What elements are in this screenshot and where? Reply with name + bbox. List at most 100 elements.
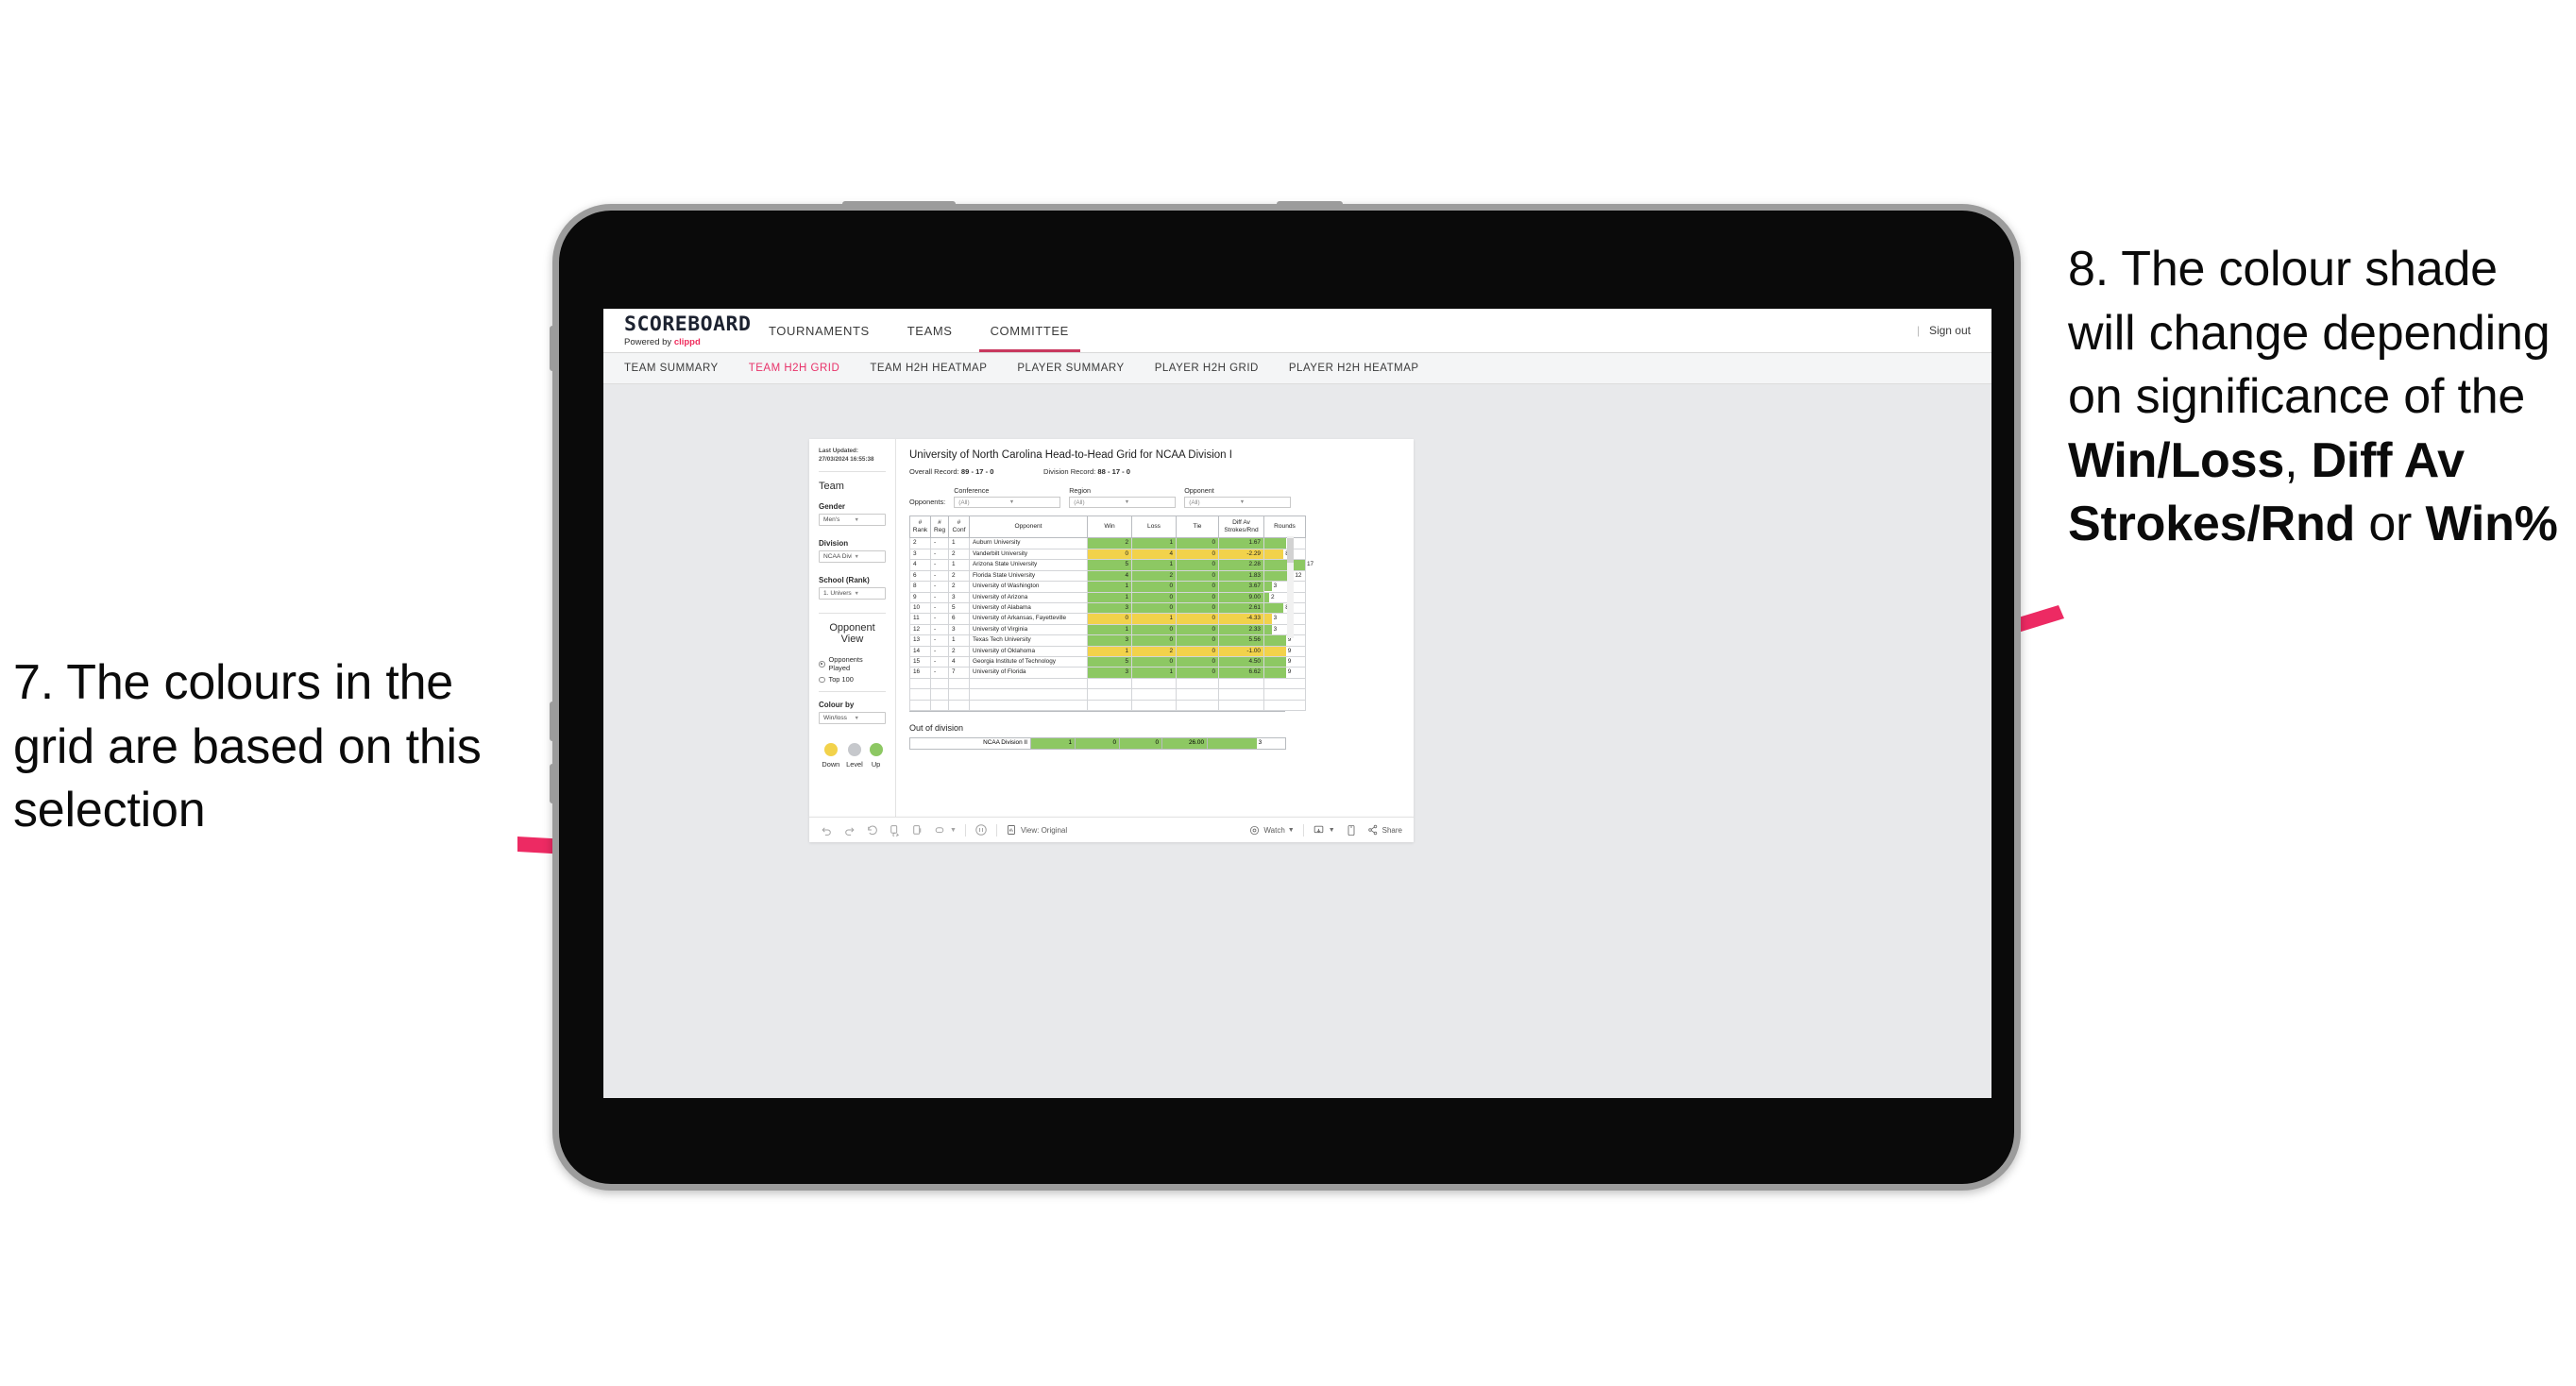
download-button[interactable]: ▼ (1313, 824, 1335, 837)
pause-auto-update-icon[interactable] (974, 823, 988, 837)
share-button[interactable]: Share (1367, 824, 1402, 836)
cell-rank-cell: 15 (909, 655, 931, 668)
nav-tab-tournaments[interactable]: TOURNAMENTS (750, 309, 889, 352)
col-win[interactable]: Win (1087, 515, 1132, 539)
brand-subtitle: Powered by clippd (624, 337, 750, 347)
table-scrollbar-thumb[interactable] (1287, 538, 1294, 563)
cell-opponent: University of Alabama (973, 603, 1031, 611)
school-select[interactable]: 1. University of Nort... ▼ (819, 587, 886, 600)
cell-rank-cell: 14 (909, 645, 931, 657)
region-filter-select[interactable]: (All) ▼ (1069, 497, 1177, 508)
empty-cell (1087, 677, 1132, 690)
cell-reg: - (934, 539, 937, 547)
nav-tab-committee[interactable]: COMMITTEE (972, 309, 1088, 352)
table-row[interactable]: 2 - 1 Auburn University 2 1 0 1.679 (909, 537, 1306, 549)
col-diff-av-strokes[interactable]: Diff Av Strokes/Rnd (1218, 515, 1264, 539)
table-row[interactable]: 15 - 4 Georgia Institute of Technology 5 0 0 4.… (909, 655, 1306, 668)
table-row[interactable]: 10 - 5 University of Alabama 3 0 0 2.618 (909, 601, 1306, 615)
cell-reg: - (934, 561, 937, 568)
tablet-device: SCOREBOARD Powered by clippd TOURNAMENTS… (550, 201, 2021, 1191)
table-row[interactable]: 11 - 6 University of Arkansas, Fayetteville… (909, 613, 1306, 625)
col-reg-l1: # (938, 519, 941, 526)
table-row[interactable]: 13 - 1 Texas Tech University 3 0 0 5.56 9 (909, 634, 1306, 647)
cell-loss-cell: 1 (1131, 613, 1177, 625)
cell-tie-cell: 0 (1176, 559, 1219, 571)
cell-loss-cell: 0 (1131, 581, 1177, 593)
watch-caret-icon: ▼ (1287, 826, 1295, 834)
table-row[interactable]: 14 - 2 University of Oklahoma 1 2 0 -1.00 9 (909, 645, 1306, 657)
subtab-player-h2h-heatmap[interactable]: PLAYER H2H HEATMAP (1274, 363, 1434, 374)
refresh-data-icon[interactable] (889, 824, 901, 837)
subtab-player-h2h-grid[interactable]: PLAYER H2H GRID (1140, 363, 1274, 374)
subtab-team-summary[interactable]: TEAM SUMMARY (624, 363, 734, 374)
conference-filter-select[interactable]: (All) ▼ (954, 497, 1061, 508)
cell-rank: 4 (913, 561, 917, 568)
cell-rank: 10 (913, 603, 921, 611)
col-rank-l1: # (918, 519, 923, 526)
table-row[interactable]: 16 - 7 University of Florida 3 1 0 6.62 9 (909, 667, 1306, 679)
rounds-bar: 8 (1264, 549, 1305, 560)
pause-updates-icon[interactable] (911, 824, 924, 837)
col-loss[interactable]: Loss (1131, 515, 1177, 539)
empty-cell (1218, 688, 1264, 701)
nav-tab-teams[interactable]: TEAMS (889, 309, 972, 352)
rounds-bar: 2 (1264, 592, 1305, 602)
col-tie[interactable]: Tie (1176, 515, 1219, 539)
division-select[interactable]: NCAA Division I ▼ (819, 550, 886, 564)
cell-opponent-cell: University of Florida (969, 667, 1088, 679)
table-row[interactable]: 3 - 2 Vanderbilt University 0 4 0 -2.298 (909, 548, 1306, 561)
cell-diff: -1.00 (1246, 647, 1261, 654)
cell-opponent-cell: University of Virginia (969, 623, 1088, 636)
gender-select[interactable]: Men's ▼ (819, 514, 886, 527)
school-field: School (Rank) 1. University of Nort... ▼ (819, 576, 886, 600)
highlight-dropdown-caret[interactable]: ▼ (950, 827, 957, 834)
col-rank[interactable]: # Rank (909, 515, 931, 539)
colour-by-select[interactable]: Win/loss ▼ (819, 712, 886, 725)
watch-button[interactable]: Watch ▼ (1249, 825, 1295, 836)
cell-win-cell: 3 (1087, 667, 1132, 679)
table-row[interactable]: 9 - 3 University of Arizona 1 0 0 9.00 2 (909, 591, 1306, 603)
opponent-filter-select[interactable]: (All) ▼ (1184, 497, 1292, 508)
table-row[interactable]: 6 - 2 Florida State University 4 2 0 1.83 12 (909, 569, 1306, 583)
cell-diff: 5.56 (1248, 636, 1261, 644)
cell-rank-cell: 4 (909, 559, 931, 571)
table-row[interactable]: 4 - 1 Arizona State University 5 1 0 2.28 17 (909, 559, 1313, 571)
cell-loss-cell: 0 (1131, 655, 1177, 668)
undo-icon[interactable] (821, 824, 833, 837)
cell-opponent-cell: Texas Tech University (969, 634, 1088, 647)
cell-tie-cell: 0 (1176, 623, 1219, 636)
subtab-player-summary[interactable]: PLAYER SUMMARY (1002, 363, 1139, 374)
device-preview-button[interactable] (1346, 824, 1357, 837)
cell-conf: 4 (952, 657, 956, 665)
cell-rank: 9 (913, 593, 917, 600)
col-rounds[interactable]: Rounds (1263, 515, 1306, 539)
sidebar-divider-2 (819, 613, 886, 615)
subtab-team-h2h-heatmap[interactable]: TEAM H2H HEATMAP (855, 363, 1002, 374)
overall-record-label: Overall Record: (909, 467, 959, 476)
table-row[interactable]: 8 - 2 University of Washington 1 0 0 3.67 3 (909, 581, 1306, 593)
cell-loss-cell: 1 (1131, 537, 1177, 549)
redo-icon[interactable] (843, 824, 856, 837)
radio-opponents-played[interactable]: Opponents Played (819, 655, 886, 672)
col-opponent[interactable]: Opponent (969, 515, 1088, 539)
out-of-division-row: NCAA Division II 1 0 0 26.00 3 (909, 736, 1286, 751)
ood-tie: 0 (1155, 739, 1159, 747)
revert-icon[interactable] (866, 824, 878, 837)
h2h-header-row: # Rank # Reg # Conf Opponent Win Loss Tie D… (909, 515, 1306, 539)
table-row[interactable]: 12 - 3 University of Virginia 1 0 0 2.33 3 (909, 623, 1306, 636)
sign-out-link[interactable]: Sign out (1929, 324, 1971, 337)
subtab-team-h2h-grid[interactable]: TEAM H2H GRID (734, 363, 856, 374)
radio-top-100[interactable]: Top 100 (819, 675, 886, 684)
ood-win-cell: 1 (1030, 736, 1076, 751)
radio-top-100-label: Top 100 (828, 675, 854, 685)
col-conf[interactable]: # Conf (948, 515, 970, 539)
cell-diff: 9.00 (1248, 593, 1261, 600)
highlight-icon[interactable] (934, 824, 946, 837)
col-reg[interactable]: # Reg (930, 515, 949, 539)
cell-rounds-cell: 3 (1263, 581, 1306, 593)
ood-opponent-cell: NCAA Division II (909, 736, 1031, 751)
empty-cell (930, 699, 949, 711)
view-original-button[interactable]: View: Original (1006, 824, 1067, 836)
cell-reg-cell: - (930, 613, 949, 625)
cell-rank-cell: 9 (909, 591, 931, 603)
